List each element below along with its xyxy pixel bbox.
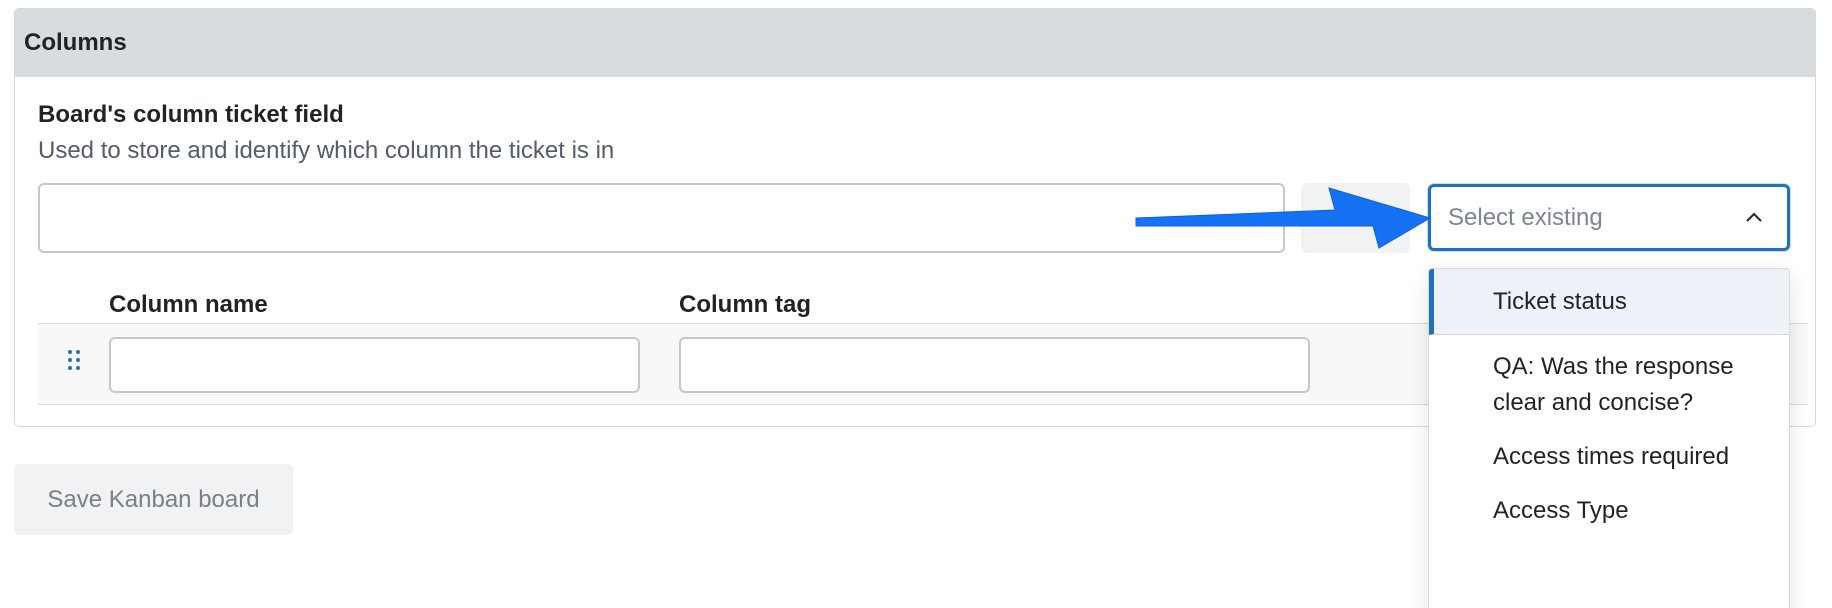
menu-option-qa-response[interactable]: QA: Was the response clear and concise? — [1429, 335, 1789, 437]
chevron-up-icon — [1746, 212, 1762, 222]
blue-arrow-annotation — [1135, 187, 1432, 249]
column-field-help: Used to store and identify which column … — [38, 137, 615, 164]
menu-option-access-type[interactable]: Access Type — [1429, 491, 1789, 529]
column-name-header: Column name — [109, 291, 268, 318]
select-existing-dropdown[interactable]: Select existing — [1428, 184, 1790, 251]
column-field-label: Board's column ticket field — [38, 101, 344, 128]
column-field-input[interactable] — [38, 183, 1285, 253]
column-tag-input[interactable] — [679, 337, 1310, 393]
select-placeholder: Select existing — [1448, 203, 1603, 231]
panel-title: Columns — [15, 9, 1815, 77]
column-name-input[interactable] — [109, 337, 640, 393]
menu-option-ticket-status[interactable]: Ticket status — [1429, 269, 1789, 335]
column-tag-header: Column tag — [679, 291, 811, 318]
dropdown-menu: Ticket status QA: Was the response clear… — [1428, 268, 1790, 608]
drag-handle-icon[interactable] — [63, 347, 85, 377]
page: Columns Board's column ticket field Used… — [0, 0, 1832, 608]
save-kanban-board-button[interactable]: Save Kanban board — [14, 464, 293, 535]
menu-option-access-times[interactable]: Access times required — [1429, 437, 1789, 491]
